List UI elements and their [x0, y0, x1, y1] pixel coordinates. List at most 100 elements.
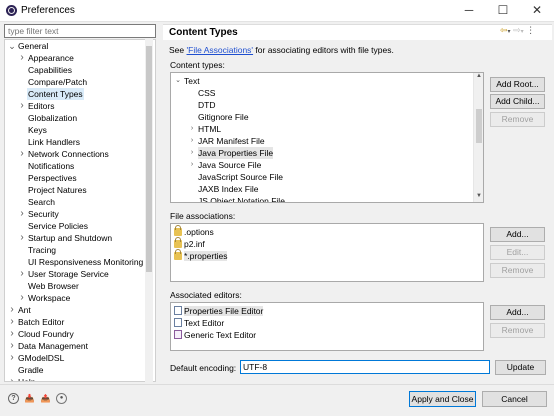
tree-item-label: Search	[28, 197, 55, 207]
edit-file-association-button[interactable]: Edit...	[490, 245, 545, 260]
content-type-item[interactable]: Gitignore File	[171, 111, 471, 123]
back-menu-icon[interactable]: ▾	[508, 29, 511, 35]
collapsed-twisty-icon[interactable]: ›	[8, 340, 16, 352]
file-associations-link[interactable]: 'File Associations'	[187, 45, 254, 55]
content-types-scrollbar-thumb[interactable]	[476, 109, 482, 143]
content-type-item[interactable]: › HTML	[171, 123, 471, 135]
default-encoding-input[interactable]: UTF-8	[240, 360, 490, 374]
file-association-item[interactable]: *.properties	[174, 249, 228, 262]
collapsed-twisty-icon[interactable]: ›	[8, 304, 16, 316]
collapsed-twisty-icon[interactable]: ›	[8, 376, 16, 381]
tree-item-label: Capabilities	[28, 65, 72, 75]
collapsed-twisty-icon[interactable]: ›	[8, 316, 16, 328]
default-encoding-label: Default encoding:	[170, 363, 237, 373]
associated-editor-item[interactable]: Text Editor	[174, 317, 224, 329]
expanded-twisty-icon[interactable]: ⌄	[8, 40, 16, 52]
content-type-item[interactable]: CSS	[171, 87, 471, 99]
history-nav[interactable]: ⇦▾ ⇨▾ ⋮	[500, 25, 535, 36]
collapsed-twisty-icon[interactable]: ›	[8, 328, 16, 340]
content-type-item[interactable]: JavaScript Source File	[171, 171, 471, 183]
remove-file-association-button[interactable]: Remove	[490, 263, 545, 278]
maximize-button[interactable]: ☐	[486, 0, 520, 22]
oomph-icon[interactable]: ●	[56, 393, 67, 404]
associated-editors-label: Associated editors:	[170, 290, 242, 300]
collapsed-twisty-icon[interactable]: ›	[18, 100, 26, 112]
content-type-item[interactable]: › Java Properties File	[171, 147, 471, 159]
add-file-association-button[interactable]: Add...	[490, 227, 545, 242]
remove-editor-button[interactable]: Remove	[490, 323, 545, 338]
associated-editor-item[interactable]: Properties File Editor	[174, 305, 264, 317]
content-type-label: JavaScript Source File	[198, 172, 284, 182]
tree-item-label: Service Policies	[28, 221, 88, 231]
forward-arrow-icon[interactable]: ⇨	[513, 25, 521, 35]
content-type-label: HTML	[198, 124, 222, 134]
content-types-tree[interactable]: ⌄ Text CSS DTD Gitignore File › HTML › JAR Manif…	[170, 72, 484, 203]
help-icon[interactable]: ?	[8, 393, 19, 404]
content-types-scrollbar[interactable]: ▲ ▼	[473, 73, 483, 202]
file-association-label: *.properties	[184, 251, 228, 261]
add-root-button[interactable]: Add Root...	[490, 77, 545, 92]
collapsed-twisty-icon[interactable]: ›	[188, 123, 196, 135]
collapsed-twisty-icon[interactable]: ›	[188, 135, 196, 147]
tree-item-label: Startup and Shutdown	[28, 233, 113, 243]
associated-editor-label: Properties File Editor	[184, 306, 264, 316]
tree-item-label: Keys	[28, 125, 47, 135]
file-association-label: .options	[184, 227, 214, 237]
update-button[interactable]: Update	[495, 360, 546, 375]
collapsed-twisty-icon[interactable]: ›	[18, 268, 26, 280]
collapsed-twisty-icon[interactable]: ›	[8, 352, 16, 364]
forward-menu-icon[interactable]: ▾	[521, 29, 524, 35]
back-arrow-icon[interactable]: ⇦	[500, 25, 508, 35]
content-type-item[interactable]: JS Object Notation File	[171, 195, 471, 203]
tree-item-label: Cloud Foundry	[18, 329, 74, 339]
scroll-up-icon[interactable]: ▲	[474, 73, 484, 79]
view-menu-icon[interactable]: ⋮	[526, 25, 535, 35]
import-icon[interactable]: 📥	[24, 393, 35, 404]
tree-scrollbar-thumb[interactable]	[146, 46, 152, 272]
tree-item-label: Perspectives	[28, 173, 77, 183]
collapsed-twisty-icon[interactable]: ›	[18, 208, 26, 220]
filter-input[interactable]	[4, 24, 156, 38]
lock-icon	[174, 237, 182, 248]
add-editor-button[interactable]: Add...	[490, 305, 545, 320]
collapsed-twisty-icon[interactable]: ›	[18, 148, 26, 160]
title-bar: Preferences ─ ☐ ✕	[0, 0, 554, 22]
tree-item-label: Tracing	[28, 245, 57, 255]
tree-item-label: General	[18, 41, 49, 51]
see-prefix: See	[169, 45, 187, 55]
expanded-twisty-icon[interactable]: ⌄	[174, 75, 182, 87]
content-type-item[interactable]: › Java Source File	[171, 159, 471, 171]
collapsed-twisty-icon[interactable]: ›	[18, 292, 26, 304]
file-association-item[interactable]: .options	[174, 225, 214, 238]
content-type-item[interactable]: ⌄ Text	[171, 75, 471, 87]
content-type-label: JS Object Notation File	[198, 196, 285, 203]
content-type-item[interactable]: › JAR Manifest File	[171, 135, 471, 147]
content-type-label: CSS	[198, 88, 216, 98]
associated-editors-list[interactable]: Properties File Editor Text Editor Generic…	[170, 302, 484, 351]
apply-and-close-button[interactable]: Apply and Close	[409, 391, 476, 407]
collapsed-twisty-icon[interactable]: ›	[18, 232, 26, 244]
cancel-button[interactable]: Cancel	[482, 391, 547, 407]
collapsed-twisty-icon[interactable]: ›	[18, 52, 26, 64]
collapsed-twisty-icon[interactable]: ›	[188, 159, 196, 171]
tree-scrollbar[interactable]	[145, 38, 153, 382]
content-type-item[interactable]: JAXB Index File	[171, 183, 471, 195]
minimize-button[interactable]: ─	[452, 0, 486, 22]
add-child-button[interactable]: Add Child...	[490, 94, 545, 109]
remove-content-type-button[interactable]: Remove	[490, 112, 545, 127]
tree-item-label: Gradle	[18, 365, 44, 375]
collapsed-twisty-icon[interactable]: ›	[188, 147, 196, 159]
generic-editor-icon	[174, 330, 182, 339]
tree-item-label: Project Natures	[28, 185, 87, 195]
close-button[interactable]: ✕	[520, 0, 554, 22]
tree-item-label: Web Browser	[28, 281, 79, 291]
preference-tree[interactable]: ⌄ General › Appearance Capabilities Compare/P…	[4, 39, 156, 382]
tree-item-label: Ant	[18, 305, 31, 315]
export-icon[interactable]: 📤	[40, 393, 51, 404]
scroll-down-icon[interactable]: ▼	[474, 193, 484, 199]
see-file-associations-text: See 'File Associations' for associating …	[169, 45, 394, 55]
associated-editor-item[interactable]: Generic Text Editor	[174, 329, 256, 341]
content-type-item[interactable]: DTD	[171, 99, 471, 111]
file-associations-list[interactable]: .options p2.inf *.properties	[170, 223, 484, 282]
text-editor-icon	[174, 318, 182, 327]
